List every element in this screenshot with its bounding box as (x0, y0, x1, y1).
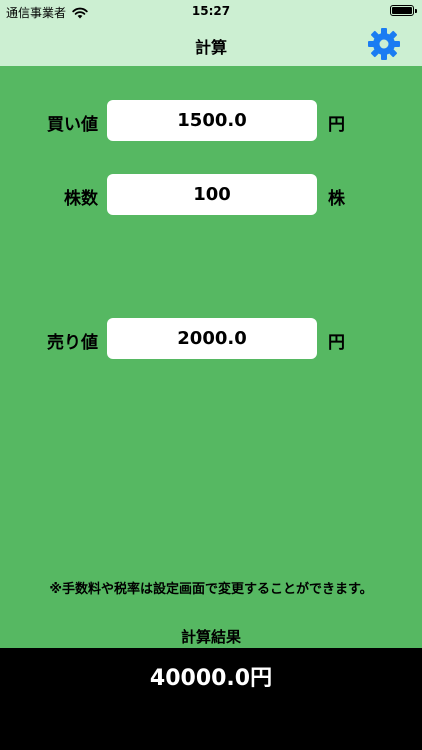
result-value: 40000.0円 (149, 666, 273, 691)
gear-icon[interactable] (366, 26, 402, 62)
battery-icon (390, 5, 417, 16)
shares-row: 株数 株 (0, 174, 422, 216)
sell-price-input[interactable] (107, 318, 317, 359)
page-title: 計算 (194, 38, 227, 57)
shares-input[interactable] (107, 174, 317, 215)
result-bar: 40000.0円 (0, 648, 422, 750)
buy-price-row: 買い値 円 (0, 100, 422, 142)
buy-price-label: 買い値 (47, 115, 98, 135)
status-time: 15:27 (191, 4, 231, 18)
navigation-bar: 計算 (0, 22, 422, 66)
buy-price-input[interactable] (107, 100, 317, 141)
sell-price-label: 売り値 (47, 333, 98, 353)
result-label: 計算結果 (180, 628, 241, 646)
status-bar: 通信事業者 15:27 (0, 0, 422, 22)
settings-note: ※手数料や税率は設定画面で変更することができます。 (49, 582, 373, 597)
buy-price-unit: 円 (328, 115, 345, 135)
shares-label: 株数 (64, 189, 98, 209)
shares-unit: 株 (328, 189, 345, 209)
sell-price-unit: 円 (328, 333, 345, 353)
sell-price-row: 売り値 円 (0, 318, 422, 360)
